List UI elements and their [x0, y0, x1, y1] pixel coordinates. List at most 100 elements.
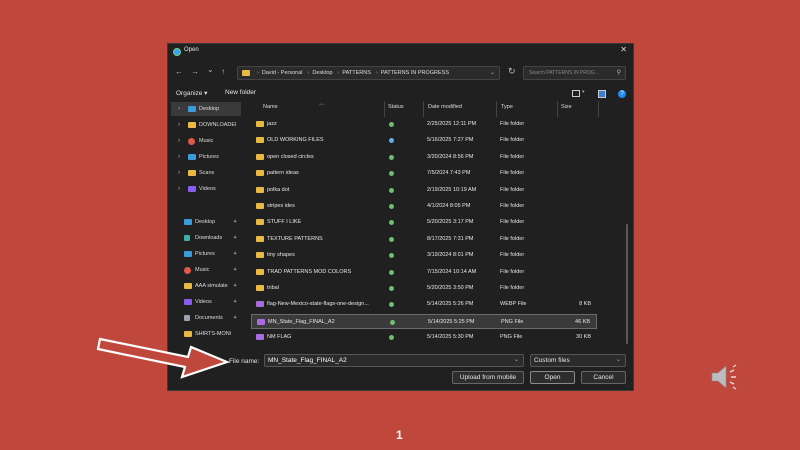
file-type: File folder [500, 235, 525, 242]
chevron-right-icon[interactable]: › [178, 138, 180, 144]
sidebar-item-downloaded[interactable]: › DOWNLOADEI [171, 118, 241, 132]
column-header-type[interactable]: Type [501, 104, 513, 116]
quick-access-videos[interactable]: Videos ✦ [171, 295, 241, 309]
view-options-icon[interactable] [572, 90, 580, 97]
address-bar[interactable]: › David - Personal › Desktop › PATTERNS … [237, 66, 500, 80]
file-row[interactable]: polka dot 2/19/2025 10:19 AM File folder [251, 183, 597, 198]
synced-status-icon [389, 269, 394, 275]
column-divider[interactable] [496, 101, 497, 117]
sidebar-item-scans[interactable]: › Scans [171, 166, 241, 180]
chevron-down-icon[interactable]: ⌄ [616, 355, 621, 366]
close-button[interactable]: ✕ [620, 45, 627, 54]
open-button[interactable]: Open [530, 371, 575, 384]
resize-grip-icon[interactable]: ⋰ [627, 383, 632, 389]
column-header-name[interactable]: Name [263, 104, 278, 116]
quick-access-aaa-simulate[interactable]: AAA simulate ✦ [171, 279, 241, 293]
help-icon[interactable]: ? [618, 90, 626, 98]
file-name-input[interactable]: MN_State_Flag_FINAL_A2 ⌄ [264, 354, 524, 367]
breadcrumb-onedrive[interactable]: David - Personal [262, 70, 303, 76]
column-divider[interactable] [423, 101, 424, 117]
file-row[interactable]: stripes ides 4/1/2024 8:05 PM File folder [251, 199, 597, 214]
pin-icon: ✦ [233, 251, 238, 257]
file-name: tiny shapes [267, 252, 295, 259]
file-row[interactable]: tiny shapes 3/19/2024 8:01 PM File folder [251, 248, 597, 263]
sidebar-item-label: Videos [195, 299, 212, 305]
column-header-status[interactable]: Status [388, 104, 404, 116]
quick-access-downloads[interactable]: Downloads ✦ [171, 231, 241, 245]
synced-status-icon [389, 286, 394, 291]
chevron-right-icon[interactable]: › [178, 154, 180, 160]
folder-icon [256, 203, 264, 209]
column-divider[interactable] [384, 101, 385, 117]
chevron-right-icon[interactable]: › [178, 122, 180, 128]
file-row[interactable]: jazz 2/25/2025 12:11 PM File folder [251, 117, 597, 132]
file-type-value: Custom files [534, 357, 570, 364]
file-row[interactable]: open closed circles 3/20/2024 8:56 PM File… [251, 150, 597, 165]
forward-arrow-icon[interactable]: → [191, 67, 199, 76]
synced-status-icon [389, 171, 394, 177]
folder-icon [184, 283, 192, 289]
file-date: 2/19/2025 10:19 AM [427, 186, 477, 193]
cancel-button[interactable]: Cancel [581, 371, 626, 384]
search-input[interactable]: Search PATTERNS IN PROG... ⚲ [523, 66, 626, 80]
quick-access-music[interactable]: Music ✦ [171, 263, 241, 277]
new-folder-button[interactable]: New folder [225, 89, 256, 96]
chevron-right-icon[interactable]: › [178, 106, 180, 112]
chevron-down-icon[interactable]: ⌄ [514, 355, 519, 366]
folder-icon [256, 121, 264, 127]
column-divider[interactable] [598, 101, 599, 117]
file-row[interactable]: tribal 5/20/2025 3:50 PM File folder [251, 281, 597, 296]
file-type: File folder [500, 137, 525, 144]
file-row[interactable]: MN_State_Flag_FINAL_A2 5/14/2025 5:25 PM P… [251, 313, 597, 329]
pointer-arrow-annotation [96, 337, 231, 379]
breadcrumb-patterns-in-progress[interactable]: PATTERNS IN PROGRESS [381, 70, 449, 76]
file-row[interactable]: TEXTURE PATTERNS 8/17/2025 7:31 PM File fo… [251, 232, 597, 247]
folder-icon [256, 186, 264, 193]
back-arrow-icon[interactable]: ← [175, 67, 183, 76]
file-row[interactable]: TRAD PATTERNS MOD COLORS 7/15/2024 10:14 … [251, 265, 597, 280]
vertical-scrollbar[interactable] [626, 224, 628, 344]
chevron-down-icon[interactable]: ▾ [582, 89, 585, 95]
chevron-right-icon: › [375, 70, 378, 76]
sidebar-item-pictures[interactable]: › Pictures [171, 150, 241, 164]
file-row[interactable]: STUFF I LIKE 5/20/2025 3:17 PM File folder [251, 215, 597, 230]
desktop-icon [184, 219, 192, 225]
quick-access-desktop[interactable]: Desktop ✦ [171, 215, 241, 229]
quick-access-documents[interactable]: Documents ✦ [171, 311, 241, 325]
breadcrumb-desktop[interactable]: Desktop [312, 70, 332, 76]
synced-status-icon [389, 220, 394, 226]
file-type: PNG File [501, 318, 524, 325]
sidebar-item-desktop[interactable]: › Desktop [171, 102, 241, 116]
up-arrow-icon[interactable]: ↑ [221, 67, 225, 76]
music-icon [188, 137, 195, 145]
synced-status-icon [389, 236, 394, 242]
synced-status-icon [389, 154, 394, 160]
file-row[interactable]: flag-New-Mexico-state-flags-one-design..… [251, 297, 597, 312]
column-header-date[interactable]: Date modified [428, 104, 462, 116]
file-row[interactable]: pattern ideas 7/5/2024 7:43 PM File folder [251, 166, 597, 181]
pin-icon: ✦ [233, 219, 238, 225]
file-row[interactable]: OLD WORKING FILES 5/16/2025 7:27 PM File f… [251, 133, 597, 148]
column-header-size[interactable]: Size [561, 104, 572, 116]
sidebar-item-music[interactable]: › Music [171, 134, 241, 148]
chevron-right-icon[interactable]: › [178, 170, 180, 176]
speaker-icon[interactable] [708, 362, 744, 392]
refresh-icon[interactable]: ↻ [508, 66, 516, 77]
address-dropdown-icon[interactable]: ⌄ [490, 69, 495, 76]
breadcrumb-patterns[interactable]: PATTERNS [342, 70, 371, 76]
file-row[interactable]: NM FLAG 5/14/2025 5:30 PM PNG File 30 KB [251, 330, 597, 345]
chevron-right-icon[interactable]: › [178, 186, 180, 192]
sidebar-item-videos[interactable]: › Videos [171, 182, 241, 196]
recent-locations-icon[interactable]: ⌄ [207, 65, 214, 74]
file-date: 5/16/2025 7:27 PM [427, 137, 474, 144]
file-type: File folder [500, 268, 525, 275]
organize-menu[interactable]: Organize ▾ [176, 89, 207, 97]
preview-pane-icon[interactable] [598, 90, 606, 98]
quick-access-pictures[interactable]: Pictures ✦ [171, 247, 241, 261]
file-date: 3/20/2024 8:56 PM [427, 153, 474, 160]
file-name-label: File name: [229, 358, 260, 365]
slide-number: 1 [396, 428, 403, 442]
column-divider[interactable] [557, 101, 558, 117]
upload-from-mobile-button[interactable]: Upload from mobile [452, 371, 524, 384]
file-type-select[interactable]: Custom files ⌄ [530, 354, 626, 367]
